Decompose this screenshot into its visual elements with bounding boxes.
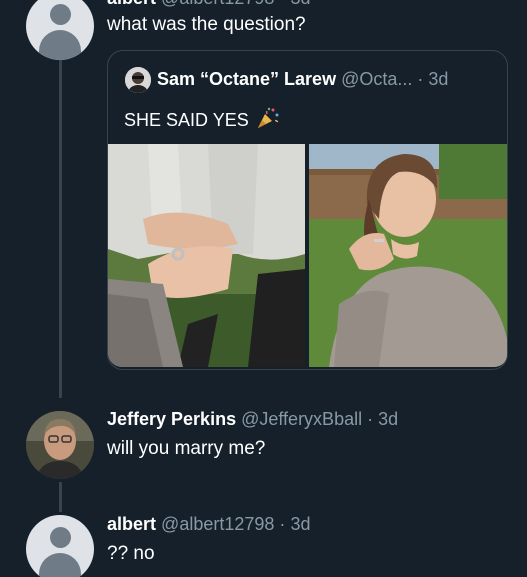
- tweet-text: ?? no: [107, 543, 155, 564]
- quoted-tweet[interactable]: Sam “Octane” Larew @Octa... · 3d SHE SAI…: [107, 50, 508, 370]
- quote-text-content: SHE SAID YES: [124, 110, 249, 130]
- timestamp: 3d: [428, 69, 449, 89]
- quote-text: SHE SAID YES: [124, 106, 280, 135]
- tweet-photo[interactable]: [108, 144, 305, 367]
- timestamp[interactable]: 3d: [290, 0, 310, 8]
- avatar-shoulders: [39, 30, 81, 60]
- tweet-photo[interactable]: [309, 144, 507, 367]
- separator: ·: [417, 69, 424, 89]
- separator: ·: [367, 409, 374, 429]
- author-handle: @Octa...: [341, 69, 413, 89]
- avatar-shoulders: [39, 553, 81, 577]
- timestamp[interactable]: 3d: [378, 409, 398, 429]
- tweet-text: what was the question?: [107, 14, 306, 35]
- author-handle[interactable]: @albert12798: [161, 0, 274, 8]
- quote-header: Sam “Octane” Larew @Octa... · 3d: [157, 69, 448, 90]
- avatar-head: [50, 527, 71, 548]
- avatar: [125, 67, 151, 93]
- timestamp[interactable]: 3d: [290, 514, 310, 534]
- avatar[interactable]: [26, 515, 94, 577]
- avatar[interactable]: [26, 411, 94, 479]
- tweet-text: will you marry me?: [107, 438, 266, 459]
- avatar-head: [50, 4, 71, 25]
- author-handle[interactable]: @albert12798: [161, 514, 274, 534]
- tweet-header: albert @albert12798 · 3d: [107, 514, 310, 535]
- avatar[interactable]: [26, 0, 94, 60]
- author-handle[interactable]: @JefferyxBball: [241, 409, 362, 429]
- party-popper-icon: [256, 106, 280, 135]
- author-name[interactable]: albert: [107, 514, 156, 534]
- thread-line-bottom: [59, 482, 62, 512]
- separator: ·: [279, 514, 286, 534]
- separator: ·: [279, 0, 285, 8]
- author-name[interactable]: albert: [107, 0, 156, 8]
- tweet-header: Jeffery Perkins @JefferyxBball · 3d: [107, 409, 398, 430]
- thread-line-top: [59, 58, 62, 398]
- author-name[interactable]: Jeffery Perkins: [107, 409, 236, 429]
- author-name: Sam “Octane” Larew: [157, 69, 337, 89]
- tweet-header: albert @albert12798 · 3d: [107, 0, 310, 9]
